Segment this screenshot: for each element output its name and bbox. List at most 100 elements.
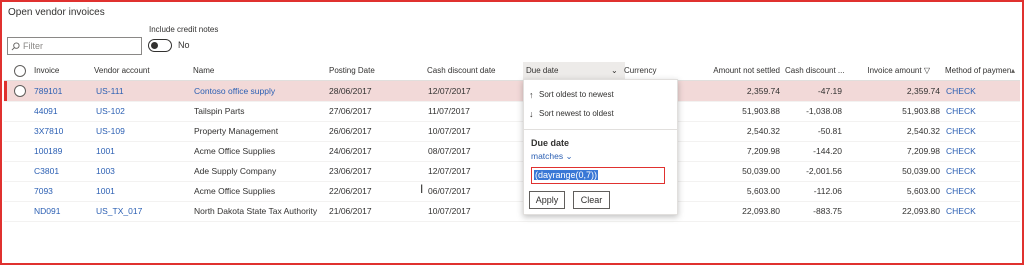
cell-cash-discount: -144.20	[813, 146, 842, 156]
cell-amount-not-settled: 5,603.00	[746, 186, 780, 196]
col-header-amount-not-settled[interactable]: Amount not settled	[694, 62, 780, 80]
table-row[interactable]: 7093 1001 Acme Office Supplies 22/06/2017 06…	[4, 181, 1020, 202]
cell-invoice[interactable]: C3801	[34, 161, 89, 181]
cell-posting-date: 21/06/2017	[329, 206, 372, 216]
cell-invoice[interactable]: 789101	[34, 81, 89, 101]
text-cursor-icon: I	[420, 182, 424, 196]
cell-name: Tailspin Parts	[194, 106, 245, 116]
cell-posting-date: 27/06/2017	[329, 106, 372, 116]
filter-field[interactable]	[7, 37, 142, 55]
select-all-radio[interactable]	[14, 65, 26, 77]
sort-ascending-option[interactable]: ↑ Sort oldest to newest	[524, 85, 677, 105]
cell-amount-not-settled: 22,093.80	[742, 206, 780, 216]
cell-posting-date: 22/06/2017	[329, 186, 372, 196]
row-select-radio[interactable]	[14, 85, 26, 97]
col-header-due-date[interactable]: Due date ⌄	[523, 62, 625, 80]
due-date-header-label: Due date	[526, 66, 559, 75]
filter-field-title: Due date	[531, 138, 570, 148]
cell-invoice[interactable]: ND091	[34, 201, 89, 221]
table-row[interactable]: 3X7810 US-109 Property Management 26/06/201…	[4, 121, 1020, 142]
clear-button[interactable]: Clear	[573, 191, 610, 209]
column-filter-dropdown: ↑ Sort oldest to newest ↓ Sort newest to…	[523, 79, 678, 215]
cell-vendor-account[interactable]: 1003	[96, 161, 186, 181]
cell-cash-discount-date: 11/07/2017	[428, 106, 470, 116]
table-row[interactable]: C3801 1003 Ade Supply Company 23/06/2017 12/…	[4, 161, 1020, 182]
filter-operator-label: matches	[531, 151, 564, 161]
scroll-up-icon[interactable]: ▴	[1011, 66, 1015, 75]
col-header-currency[interactable]: Currency	[624, 62, 684, 80]
cell-posting-date: 24/06/2017	[329, 146, 372, 156]
cell-invoice[interactable]: 100189	[34, 141, 89, 161]
cell-vendor-account[interactable]: US-102	[96, 101, 186, 121]
cell-cash-discount: -1,038.08	[806, 106, 842, 116]
cell-invoice-amount: 2,540.32	[906, 126, 940, 136]
cell-cash-discount-date: 10/07/2017	[428, 206, 471, 216]
filter-value-input[interactable]: (dayrange(0,7))	[531, 167, 665, 184]
apply-button[interactable]: Apply	[529, 191, 565, 209]
cell-cash-discount: -2,001.56	[806, 166, 842, 176]
cell-invoice-amount: 51,903.88	[902, 106, 940, 116]
col-header-cash-discount-date[interactable]: Cash discount date	[427, 62, 517, 80]
cell-posting-date: 28/06/2017	[329, 86, 372, 96]
col-header-method-of-payment[interactable]: Method of payment	[945, 62, 1011, 80]
cell-cash-discount-date: 10/07/2017	[428, 126, 471, 136]
cell-method-of-payment[interactable]: CHECK	[946, 121, 1006, 141]
col-header-name[interactable]: Name	[193, 62, 313, 80]
cell-invoice-amount: 5,603.00	[906, 186, 940, 196]
cell-vendor-account[interactable]: 1001	[96, 181, 186, 201]
table-row[interactable]: ND091 US_TX_017 North Dakota State Tax Aut…	[4, 201, 1020, 222]
arrow-down-icon: ↓	[529, 109, 534, 119]
cell-invoice-amount: 2,359.74	[906, 86, 940, 96]
app-window: Open vendor invoices Include credit note…	[0, 0, 1024, 265]
credit-notes-toggle[interactable]	[148, 39, 172, 52]
cell-posting-date: 26/06/2017	[329, 126, 372, 136]
cell-invoice[interactable]: 7093	[34, 181, 89, 201]
cell-vendor-account[interactable]: US_TX_017	[96, 201, 186, 221]
col-header-invoice-amount[interactable]: Invoice amount ▽	[862, 62, 930, 80]
table-row[interactable]: 789101 US-111 Contoso office supply 28/06/2…	[4, 81, 1020, 102]
cell-cash-discount: -47.19	[817, 86, 842, 96]
cell-name: Acme Office Supplies	[194, 146, 276, 156]
cell-invoice-amount: 7,209.98	[906, 146, 940, 156]
cell-name: North Dakota State Tax Authority	[194, 206, 318, 216]
cell-vendor-account[interactable]: US-109	[96, 121, 186, 141]
cell-method-of-payment[interactable]: CHECK	[946, 81, 1006, 101]
dropdown-divider	[524, 129, 677, 130]
cell-cash-discount-date: 06/07/2017	[428, 186, 471, 196]
cell-cash-discount-date: 12/07/2017	[428, 86, 471, 96]
cell-method-of-payment[interactable]: CHECK	[946, 181, 1006, 201]
col-header-posting-date[interactable]: Posting Date	[329, 62, 409, 80]
cell-method-of-payment[interactable]: CHECK	[946, 201, 1006, 221]
invoice-amount-header-label: Invoice amount	[867, 66, 922, 75]
sort-descending-label: Sort newest to oldest	[539, 109, 614, 118]
filter-funnel-icon: ▽	[923, 66, 930, 75]
cell-name: Property Management	[194, 126, 279, 136]
sort-ascending-label: Sort oldest to newest	[539, 90, 614, 99]
cell-cash-discount: -883.75	[813, 206, 842, 216]
cell-amount-not-settled: 50,039.00	[742, 166, 780, 176]
table-row[interactable]: 44091 US-102 Tailspin Parts 27/06/2017 11/07…	[4, 101, 1020, 122]
cell-cash-discount-date: 08/07/2017	[428, 146, 471, 156]
cell-method-of-payment[interactable]: CHECK	[946, 141, 1006, 161]
grid-header: Invoice Vendor account Name Posting Date…	[4, 62, 1020, 81]
cell-cash-discount: -112.06	[813, 186, 842, 196]
toggle-knob	[151, 42, 158, 49]
cell-invoice[interactable]: 3X7810	[34, 121, 89, 141]
cell-invoice[interactable]: 44091	[34, 101, 89, 121]
arrow-up-icon: ↑	[529, 90, 534, 100]
cell-method-of-payment[interactable]: CHECK	[946, 101, 1006, 121]
cell-amount-not-settled: 2,540.32	[746, 126, 780, 136]
col-header-cash-discount[interactable]: Cash discount ...	[785, 62, 855, 80]
col-header-invoice[interactable]: Invoice	[34, 62, 89, 80]
cell-vendor-account[interactable]: 1001	[96, 141, 186, 161]
cell-name: Acme Office Supplies	[194, 186, 276, 196]
cell-posting-date: 23/06/2017	[329, 166, 372, 176]
table-row[interactable]: 100189 1001 Acme Office Supplies 24/06/2017…	[4, 141, 1020, 162]
sort-descending-option[interactable]: ↓ Sort newest to oldest	[524, 104, 677, 124]
col-header-vendor-account[interactable]: Vendor account	[94, 62, 184, 80]
credit-notes-label: Include credit notes	[149, 25, 219, 34]
filter-input[interactable]	[20, 41, 133, 51]
cell-vendor-account[interactable]: US-111	[96, 81, 186, 101]
cell-method-of-payment[interactable]: CHECK	[946, 161, 1006, 181]
filter-operator-select[interactable]: matches ⌄	[531, 151, 573, 162]
